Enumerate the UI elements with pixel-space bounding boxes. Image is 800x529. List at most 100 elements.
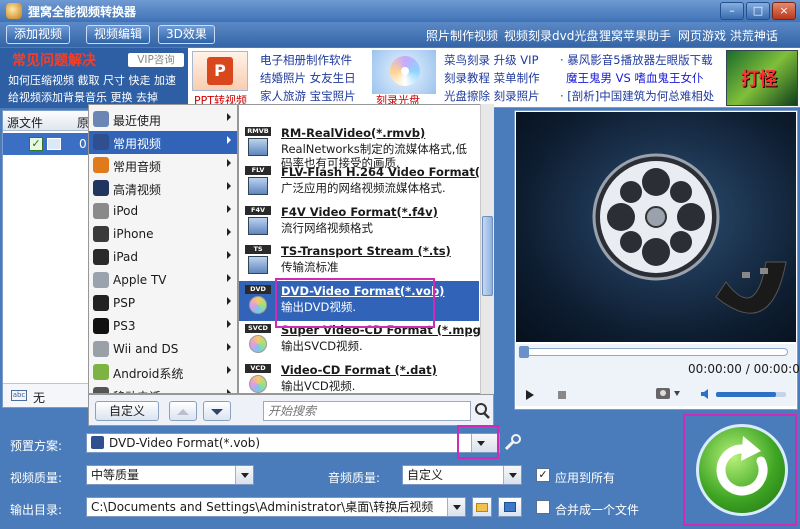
- format-item[interactable]: FLV FLV-Flash H.264 Video Format(*.flv) 广泛…: [239, 162, 493, 202]
- volume-icon[interactable]: [700, 388, 712, 400]
- format-name: Video-CD Format (*.dat): [281, 362, 437, 377]
- category-item[interactable]: 最近使用: [89, 108, 237, 131]
- camera-icon[interactable]: [656, 388, 670, 399]
- settings-wrench-icon[interactable]: [503, 434, 521, 452]
- folder-icon: [476, 503, 488, 512]
- audio-quality-value: 自定义: [407, 468, 444, 482]
- category-item[interactable]: Android系统: [89, 361, 237, 384]
- volume-slider[interactable]: [716, 392, 786, 397]
- output-dir-select[interactable]: C:\Documents and Settings\Administrator\…: [86, 497, 466, 517]
- faq-line-1[interactable]: 如何压缩视频 截取 尺寸 快走 加速: [8, 72, 176, 88]
- source-file-column-header[interactable]: 源文件: [7, 114, 43, 131]
- photo-ad-line-2[interactable]: 结婚照片 女友生日: [260, 70, 356, 86]
- category-item[interactable]: 高清视频: [89, 177, 237, 200]
- video-quality-select[interactable]: 中等质量: [86, 465, 254, 485]
- time-display: 00:00:00 / 00:00:00: [688, 362, 800, 376]
- video-quality-dropdown-arrow[interactable]: [235, 466, 253, 484]
- format-name: TS-Transport Stream (*.ts): [281, 244, 451, 258]
- apply-all-checkbox[interactable]: ✓: [536, 468, 550, 482]
- app-title: 狸窝全能视频转换器: [28, 5, 137, 19]
- game-ad-banner[interactable]: 打怪: [726, 50, 798, 106]
- stop-icon[interactable]: [558, 391, 566, 399]
- format-item[interactable]: [239, 105, 479, 123]
- subtitle-selector[interactable]: abc 无: [3, 383, 89, 407]
- photo-to-video-link[interactable]: 照片制作视频: [426, 27, 498, 44]
- category-item[interactable]: 常用视频: [89, 131, 237, 154]
- scrollbar-thumb[interactable]: [482, 216, 493, 296]
- burn-dvd-link[interactable]: 视频刻录dvd光盘: [504, 27, 598, 44]
- move-down-button[interactable]: [203, 401, 231, 421]
- format-list-scrollbar[interactable]: [480, 104, 494, 394]
- music-icon: [93, 157, 109, 173]
- apple-helper-link[interactable]: 狸窝苹果助手: [599, 27, 671, 44]
- table-row[interactable]: ✓ 0: [3, 133, 89, 155]
- news-line-1[interactable]: · 暴风影音5播放器左眼版下载: [560, 52, 713, 68]
- category-item[interactable]: iPhone: [89, 223, 237, 246]
- convert-button[interactable]: [696, 424, 788, 516]
- row-checkbox[interactable]: ✓: [29, 137, 43, 151]
- category-item[interactable]: iPod: [89, 200, 237, 223]
- category-label: Android系统: [113, 367, 184, 381]
- format-description: 广泛应用的网络视频流媒体格式.: [281, 181, 446, 195]
- category-item[interactable]: PS3: [89, 315, 237, 338]
- category-item[interactable]: Wii and DS: [89, 338, 237, 361]
- format-item[interactable]: VCD Video-CD Format (*.dat) 输出VCD视频.: [239, 360, 479, 394]
- game-ad-label: 打怪: [741, 69, 777, 90]
- row-index: 0: [79, 137, 87, 151]
- burn-ad-line-2[interactable]: 刻录教程 菜单制作: [444, 70, 540, 86]
- photo-ad-line-1[interactable]: 电子相册制作软件: [260, 52, 352, 68]
- burn-ad-line-3[interactable]: 光盘擦除 刻录照片: [444, 88, 540, 104]
- vip-consult-badge[interactable]: VIP咨询: [128, 53, 184, 67]
- maximize-button[interactable]: □: [746, 2, 770, 20]
- format-item[interactable]: RMVB RM-RealVideo(*.rmvb) RealNetworks制定的流…: [239, 123, 479, 170]
- seek-bar[interactable]: [519, 346, 788, 358]
- chevron-right-icon: [227, 159, 231, 167]
- merge-checkbox[interactable]: [536, 500, 550, 514]
- format-item[interactable]: F4V F4V Video Format(*.f4v) 流行网络视频格式: [239, 202, 479, 242]
- category-label: PS3: [113, 319, 136, 333]
- photo-ad-line-3[interactable]: 家人旅游 宝宝照片: [260, 88, 356, 104]
- output-dir-dropdown-arrow[interactable]: [447, 498, 465, 516]
- web-game-link[interactable]: 网页游戏 洪荒神话: [678, 27, 778, 44]
- category-item[interactable]: Apple TV: [89, 269, 237, 292]
- audio-quality-dropdown-arrow[interactable]: [503, 466, 521, 484]
- preset-select[interactable]: DVD-Video Format(*.vob): [86, 433, 500, 453]
- format-category-menu: 最近使用 常用视频 常用音频 高清视频 iPod iPhone iPad Apple TV PS…: [88, 104, 238, 394]
- category-item[interactable]: 常用音频: [89, 154, 237, 177]
- minimize-button[interactable]: –: [720, 2, 744, 20]
- open-folder-button[interactable]: [498, 497, 522, 517]
- apply-all-label: 应用到所有: [555, 471, 616, 485]
- edit-video-button[interactable]: 视频编辑: [86, 25, 151, 44]
- chevron-down-icon[interactable]: [674, 391, 680, 396]
- hd-icon: [93, 180, 109, 196]
- burn-ad-line-1[interactable]: 菜鸟刻录 升级 VIP: [444, 52, 539, 68]
- category-item[interactable]: 移动电话: [89, 384, 237, 393]
- add-video-button[interactable]: 添加视频: [6, 25, 71, 44]
- search-icon[interactable]: [473, 402, 491, 420]
- faq-line-2[interactable]: 给视频添加背景音乐 更换 去掉: [8, 89, 158, 105]
- chevron-right-icon: [227, 251, 231, 259]
- ppt-icon[interactable]: P: [192, 51, 248, 91]
- browse-folder-button[interactable]: [472, 497, 492, 517]
- audio-quality-select[interactable]: 自定义: [402, 465, 522, 485]
- format-search-input[interactable]: [263, 401, 471, 421]
- burn-disc-icon[interactable]: [372, 50, 436, 94]
- move-up-button[interactable]: [169, 401, 197, 421]
- news-line-2[interactable]: 魔王鬼男 VS 嗜血鬼王女仆: [566, 70, 703, 86]
- category-item[interactable]: iPad: [89, 246, 237, 269]
- faq-title: 常见问题解决: [12, 53, 96, 69]
- play-icon[interactable]: [526, 390, 534, 400]
- wii-icon: [93, 341, 109, 357]
- vcd-disc-icon: VCD: [245, 363, 271, 394]
- news-line-3[interactable]: · [剖析]中国建筑为何总难相处: [560, 88, 714, 104]
- chevron-right-icon: [227, 182, 231, 190]
- audio-quality-label: 音频质量:: [328, 471, 381, 485]
- 3d-effect-button[interactable]: 3D效果: [158, 25, 215, 44]
- seek-handle[interactable]: [519, 346, 529, 358]
- close-button[interactable]: ×: [772, 2, 796, 20]
- film-icon: [93, 134, 109, 150]
- psp-icon: [93, 295, 109, 311]
- format-item[interactable]: TS TS-Transport Stream (*.ts) 传输流标准: [239, 241, 479, 281]
- category-item[interactable]: PSP: [89, 292, 237, 315]
- custom-format-button[interactable]: 自定义: [95, 401, 159, 421]
